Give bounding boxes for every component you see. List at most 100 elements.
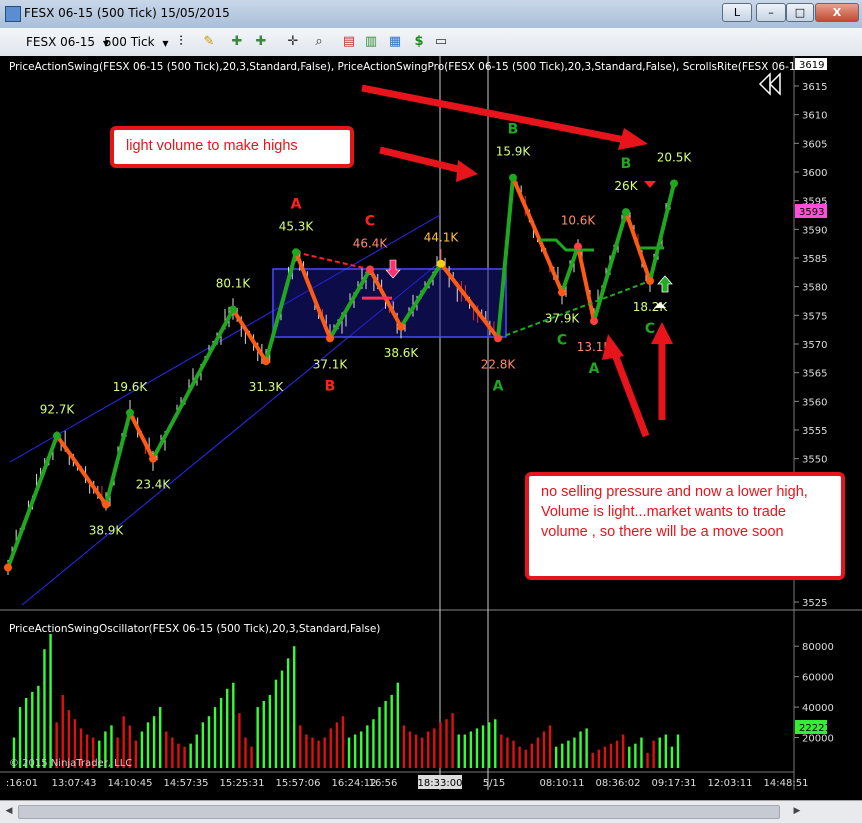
- swing-point: [229, 305, 237, 314]
- swing-point: [126, 408, 134, 417]
- volume-bar: [384, 701, 387, 768]
- chart-canvas[interactable]: 92.7K 38.9K 19.6K 23.4K 80.1K 31.3K 45.3K A 37.1…: [0, 56, 862, 822]
- volume-label: 20.5K: [657, 150, 693, 164]
- dollar-icon[interactable]: $: [410, 33, 428, 51]
- volume-bar: [299, 725, 302, 768]
- time-tick-label: 13:07:43: [52, 778, 97, 789]
- volume-bar: [201, 722, 205, 768]
- volume-label: 10.6K: [561, 214, 597, 228]
- volume-bar: [463, 734, 466, 768]
- price-tick-label: 3590: [802, 225, 827, 236]
- crosshair-icon[interactable]: ✛: [284, 33, 302, 51]
- chart-icon[interactable]: ▦: [386, 33, 404, 51]
- volume-bar: [414, 734, 418, 768]
- volume-bar: [591, 752, 594, 768]
- price-tick-label: 3555: [802, 426, 827, 437]
- volume-bar: [347, 737, 351, 768]
- data-box-icon[interactable]: ▤: [340, 33, 358, 51]
- volume-bar: [311, 737, 314, 768]
- volume-bar: [323, 737, 326, 768]
- volume-bar: [353, 734, 357, 768]
- maximize-button[interactable]: □: [786, 3, 814, 22]
- scroll-thumb[interactable]: [18, 805, 780, 819]
- volume-bar: [475, 728, 479, 768]
- volume-label: 38.9K: [89, 524, 125, 538]
- swing-letter: B: [508, 122, 519, 138]
- volume-bar: [640, 737, 643, 768]
- link-button[interactable]: L: [722, 3, 752, 22]
- zoom-icon[interactable]: ⌕: [310, 33, 328, 51]
- instrument-selector[interactable]: FESX 06-15 ▼: [26, 33, 109, 51]
- swing-point: [437, 259, 445, 268]
- volume-bar: [609, 743, 613, 768]
- oscillator-label: PriceActionSwingOscillator(FESX 06-15 (5…: [9, 623, 380, 635]
- volume-bar: [670, 746, 674, 768]
- swing-point: [102, 500, 110, 509]
- time-tick-label: 09:17:31: [652, 778, 697, 789]
- period-selector[interactable]: 500 Tick ▼: [104, 33, 169, 51]
- volume-bar: [250, 746, 253, 768]
- volume-label: 37.1K: [313, 357, 349, 371]
- time-tick-label: 5/15: [483, 778, 505, 789]
- scroll-right-button[interactable]: ▶: [790, 804, 804, 818]
- volume-bar: [366, 725, 369, 768]
- swing-letter: C: [365, 213, 375, 229]
- volume-bar: [317, 740, 320, 768]
- swing-point: [622, 208, 630, 217]
- volume-bar: [512, 740, 515, 768]
- volume-bar: [329, 728, 332, 768]
- chevron-down-icon: ▼: [162, 39, 169, 48]
- minimize-button[interactable]: –: [756, 3, 786, 22]
- scroll-left-button[interactable]: ◀: [2, 804, 16, 818]
- volume-bar: [226, 688, 229, 768]
- volume-bar: [165, 731, 168, 768]
- volume-bar: [268, 694, 272, 768]
- volume-bar: [159, 707, 162, 768]
- volume-bar: [518, 746, 521, 768]
- volume-bar: [658, 737, 661, 768]
- swing-letter: C: [645, 321, 655, 337]
- volume-bar: [427, 731, 430, 768]
- volume-bar: [43, 649, 46, 768]
- swing-point: [326, 334, 334, 343]
- volume-bar: [171, 737, 174, 768]
- volume-bar: [293, 646, 296, 768]
- time-tick-label: 15:57:06: [276, 778, 321, 789]
- volume-tick-label: 20000: [802, 734, 834, 745]
- volume-bar: [530, 743, 533, 768]
- volume-label: 46.4K: [353, 236, 389, 250]
- price-tick-label: 3560: [802, 397, 827, 408]
- magnet-icon[interactable]: ✚: [252, 33, 270, 51]
- volume-label: 26K: [614, 179, 638, 193]
- swing-letter: A: [589, 361, 600, 377]
- volume-bar: [573, 737, 576, 768]
- volume-bar: [372, 719, 375, 768]
- swing-point: [574, 242, 582, 251]
- chart-toolbar: FESX 06-15 ▼ 500 Tick ▼ ⫶ ✎ ✚ ✚ ✛ ⌕ ▤ ▥ …: [0, 28, 862, 57]
- volume-bar: [500, 734, 503, 768]
- indicator-icon[interactable]: ▥: [362, 33, 380, 51]
- volume-bar: [140, 731, 144, 768]
- volume-bar: [652, 740, 655, 768]
- close-button[interactable]: X: [815, 3, 859, 22]
- bar-style-icon[interactable]: ⫶: [172, 33, 190, 51]
- properties-icon[interactable]: ▭: [432, 33, 450, 51]
- horizontal-scrollbar[interactable]: ◀ ▶: [0, 800, 862, 823]
- volume-bar: [579, 731, 582, 768]
- annotation-bottom: no selling pressure and now a lower high…: [525, 472, 845, 580]
- window-title: FESX 06-15 (500 Tick) 15/05/2015: [24, 6, 230, 20]
- volume-bar: [567, 740, 570, 768]
- volume-bar: [506, 737, 509, 768]
- price-tick-label: 3525: [802, 598, 827, 609]
- swing-letter: B: [621, 156, 632, 172]
- pencil-icon[interactable]: ✎: [200, 33, 218, 51]
- volume-bar: [628, 746, 631, 768]
- draw-tool-icon[interactable]: ✚: [228, 33, 246, 51]
- instrument-label: FESX 06-15: [26, 35, 96, 49]
- volume-bar: [49, 634, 52, 768]
- swing-point: [509, 173, 517, 182]
- volume-bar: [439, 722, 442, 768]
- volume-bar: [177, 743, 180, 768]
- swing-point: [366, 265, 374, 274]
- time-tick-label: 15:25:31: [220, 778, 265, 789]
